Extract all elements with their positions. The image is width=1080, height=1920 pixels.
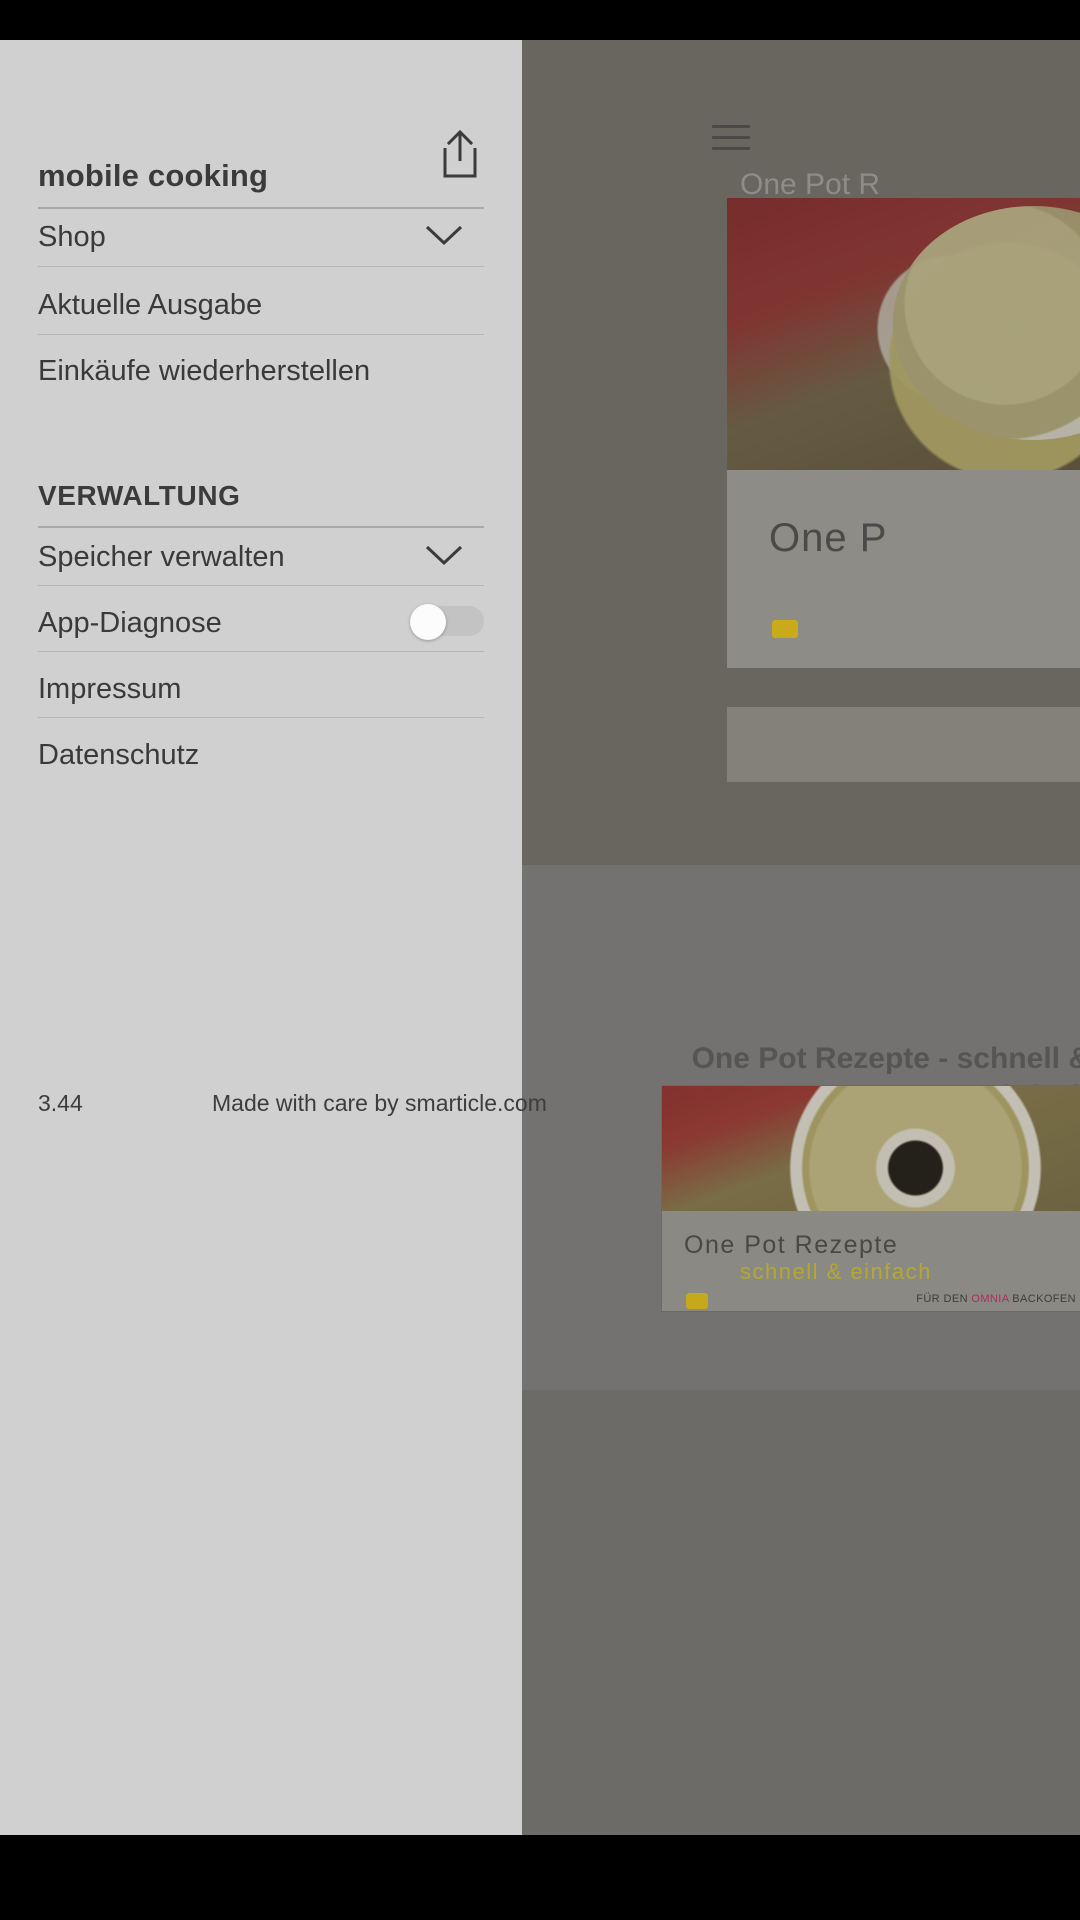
drawer-item-aktuelle-ausgabe[interactable]: Aktuelle Ausgabe <box>0 282 522 348</box>
card-bottom-subtitle: schnell & einfach <box>740 1259 932 1284</box>
drawer-item-app-diagnose[interactable]: App-Diagnose <box>0 600 522 666</box>
page-title: mobile cooking <box>38 158 269 193</box>
drawer-item-shop[interactable]: Shop <box>0 214 522 280</box>
tagline-brand: OMNIA <box>971 1293 1009 1305</box>
background-card-strip[interactable] <box>727 707 1080 782</box>
divider <box>38 334 484 335</box>
drawer-section-heading: VERWALTUNG <box>38 480 241 511</box>
share-icon[interactable] <box>437 128 483 180</box>
toggle-knob <box>410 604 446 640</box>
drawer-item-label: Einkäufe wiederherstellen <box>38 355 371 387</box>
drawer-item-einkaeufe-wiederherstellen[interactable]: Einkäufe wiederherstellen <box>0 348 522 414</box>
drawer-item-label: Shop <box>38 221 106 253</box>
card-top-body: One P <box>727 470 1080 668</box>
divider <box>38 526 484 528</box>
card-top-photo <box>727 198 1080 470</box>
card-bottom-badge-icon <box>686 1293 708 1309</box>
card-bottom-tagline: FÜR DEN OMNIA BACKOFEN <box>916 1293 1076 1305</box>
divider <box>38 717 484 718</box>
background-card-bottom[interactable]: One Pot Rezepte schnell & einfach FÜR DE… <box>661 1085 1080 1312</box>
divider <box>38 207 484 209</box>
drawer-item-label: App-Diagnose <box>38 607 222 639</box>
app-version-label: 3.44 <box>38 1090 83 1116</box>
background-top-heading: One Pot R <box>740 168 881 201</box>
navigation-drawer: mobile cooking Shop Aktuelle Ausgabe Ein… <box>0 40 547 1835</box>
divider <box>38 651 484 652</box>
drawer-item-label: Aktuelle Ausgabe <box>38 289 263 321</box>
app-credit-label: Made with care by smarticle.com <box>212 1090 547 1116</box>
card-top-badge-icon <box>772 620 798 638</box>
drawer-item-label: Datenschutz <box>38 739 200 771</box>
tagline-prefix: FÜR DEN <box>916 1293 972 1305</box>
tagline-suffix: BACKOFEN <box>1008 1293 1076 1305</box>
card-bottom-title: One Pot Rezepte <box>684 1231 899 1259</box>
card-top-title: One P <box>769 516 888 560</box>
background-card-top[interactable]: One P <box>727 198 1080 668</box>
drawer-item-speicher-verwalten[interactable]: Speicher verwalten <box>0 534 522 600</box>
chevron-down-icon[interactable] <box>424 544 464 566</box>
drawer-item-label: Speicher verwalten <box>38 541 285 573</box>
card-bottom-body: One Pot Rezepte schnell & einfach FÜR DE… <box>662 1211 1080 1311</box>
chevron-down-icon[interactable] <box>424 224 464 246</box>
phone-screen: One Pot R One P One Pot Rezepte - schnel… <box>0 0 1080 1920</box>
card-bottom-photo <box>662 1086 1080 1303</box>
app-diagnose-toggle[interactable] <box>410 604 484 640</box>
drawer-item-impressum[interactable]: Impressum <box>0 666 522 732</box>
navigation-bar-bottom <box>0 1835 1080 1920</box>
divider <box>38 266 484 267</box>
drawer-item-datenschutz[interactable]: Datenschutz <box>0 732 522 798</box>
status-bar-top <box>0 0 1080 40</box>
divider <box>38 585 484 586</box>
hamburger-menu-icon[interactable] <box>712 125 750 153</box>
drawer-item-label: Impressum <box>38 673 182 705</box>
